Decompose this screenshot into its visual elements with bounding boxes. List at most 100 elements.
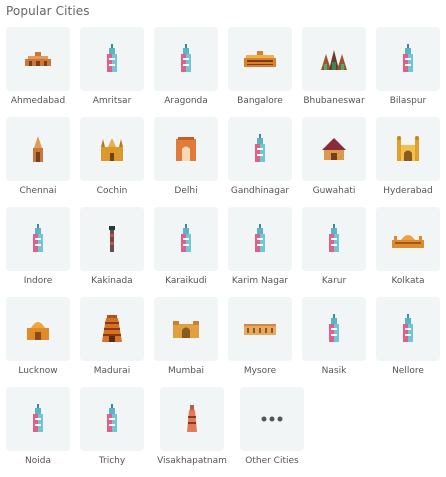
city-tile[interactable] [80, 387, 144, 451]
city-grid: Ahmedabad Amritsar Aragonda Bangalore Bh… [6, 27, 442, 477]
city-item-madurai[interactable]: Madurai [80, 297, 144, 376]
city-tile[interactable] [228, 297, 292, 361]
city-item-delhi[interactable]: Delhi [154, 117, 218, 196]
tower-icon [33, 404, 43, 432]
city-label: Bangalore [237, 96, 283, 106]
city-tile[interactable] [376, 117, 440, 181]
city-label: Karim Nagar [231, 276, 289, 286]
city-item-karaikudi[interactable]: Karaikudi [154, 207, 218, 286]
city-item-mysore[interactable]: Mysore [228, 297, 292, 376]
city-row: Indore Kakinada Karaikudi Karim Nagar Ka… [6, 207, 442, 297]
city-item-nasik[interactable]: Nasik [302, 297, 366, 376]
city-label: Nellore [392, 366, 424, 376]
temple-roof-icon [322, 138, 346, 160]
lighthouse-icon [109, 226, 115, 252]
city-label: Indore [23, 276, 53, 286]
city-row: Lucknow Madurai Mumbai Mysore Nasik Nell… [6, 297, 442, 387]
city-label: Hyderabad [383, 186, 433, 196]
city-item-karur[interactable]: Karur [302, 207, 366, 286]
city-item-kakinada[interactable]: Kakinada [80, 207, 144, 286]
city-tile[interactable] [6, 297, 70, 361]
city-tile[interactable] [160, 387, 224, 451]
city-item-cochin[interactable]: Cochin [80, 117, 144, 196]
tower-icon [255, 224, 265, 252]
city-tile[interactable] [302, 297, 366, 361]
tower-icon [403, 314, 413, 342]
tower-icon [107, 44, 117, 72]
city-item-other-cities[interactable]: Other Cities [240, 387, 304, 466]
city-tile[interactable] [154, 297, 218, 361]
church-icon [101, 138, 123, 161]
city-tile[interactable] [240, 387, 304, 451]
city-tile[interactable] [80, 297, 144, 361]
city-item-hyderabad[interactable]: Hyderabad [376, 117, 440, 196]
palace-wide-icon [244, 324, 276, 335]
city-tile[interactable] [154, 207, 218, 271]
city-tile[interactable] [6, 207, 70, 271]
city-tile[interactable] [80, 117, 144, 181]
city-tile[interactable] [80, 207, 144, 271]
city-item-kolkata[interactable]: Kolkata [376, 207, 440, 286]
city-tile[interactable] [376, 297, 440, 361]
city-item-noida[interactable]: Noida [6, 387, 70, 466]
city-tile[interactable] [154, 117, 218, 181]
city-label: Karur [321, 276, 347, 286]
city-item-gandhinagar[interactable]: Gandhinagar [228, 117, 292, 196]
city-label: Ahmedabad [10, 96, 66, 106]
city-item-bangalore[interactable]: Bangalore [228, 27, 292, 106]
city-label: Mysore [243, 366, 277, 376]
temple-tower-icon [33, 136, 43, 162]
city-label: Trichy [98, 456, 126, 466]
city-tile[interactable] [302, 117, 366, 181]
city-row: Chennai Cochin Delhi Gandhinagar Guwahat… [6, 117, 442, 207]
temple-spires-icon [321, 50, 347, 70]
city-item-nellore[interactable]: Nellore [376, 297, 440, 376]
more-dots-icon [261, 416, 283, 422]
city-tile[interactable] [376, 27, 440, 91]
city-item-trichy[interactable]: Trichy [80, 387, 144, 466]
city-tile[interactable] [376, 207, 440, 271]
city-item-visakhapatnam[interactable]: Visakhapatnam [157, 387, 227, 466]
city-item-amritsar[interactable]: Amritsar [80, 27, 144, 106]
city-label: Aragonda [164, 96, 208, 106]
tower-icon [107, 404, 117, 432]
city-item-mumbai[interactable]: Mumbai [154, 297, 218, 376]
city-label: Noida [25, 456, 51, 466]
city-label: Gandhinagar [230, 186, 290, 196]
tower-icon [33, 224, 43, 252]
city-label: Guwahati [312, 186, 356, 196]
city-item-lucknow[interactable]: Lucknow [6, 297, 70, 376]
city-item-bhubaneswar[interactable]: Bhubaneswar [302, 27, 366, 106]
city-item-ahmedabad[interactable]: Ahmedabad [6, 27, 70, 106]
city-label: Other Cities [245, 456, 299, 466]
city-label: Madurai [93, 366, 131, 376]
city-tile[interactable] [80, 27, 144, 91]
city-tile[interactable] [302, 207, 366, 271]
city-item-guwahati[interactable]: Guwahati [302, 117, 366, 196]
city-tile[interactable] [228, 27, 292, 91]
tower-icon [403, 44, 413, 72]
city-item-indore[interactable]: Indore [6, 207, 70, 286]
city-label: Bilaspur [389, 96, 427, 106]
tower-icon [255, 134, 265, 162]
city-label: Chennai [19, 186, 57, 196]
city-label: Amritsar [92, 96, 132, 106]
city-label: Bhubaneswar [303, 96, 365, 106]
temple-tall-icon [187, 405, 197, 432]
city-label: Nasik [321, 366, 347, 376]
city-tile[interactable] [154, 27, 218, 91]
city-tile[interactable] [6, 117, 70, 181]
city-item-aragonda[interactable]: Aragonda [154, 27, 218, 106]
city-item-bilaspur[interactable]: Bilaspur [376, 27, 440, 106]
city-label: Mumbai [168, 366, 204, 376]
city-item-chennai[interactable]: Chennai [6, 117, 70, 196]
city-tile[interactable] [228, 117, 292, 181]
gate-icon [176, 137, 196, 161]
city-tile[interactable] [6, 27, 70, 91]
city-tile[interactable] [228, 207, 292, 271]
city-item-karim-nagar[interactable]: Karim Nagar [228, 207, 292, 286]
city-label: Kakinada [91, 276, 133, 286]
city-label: Lucknow [18, 366, 58, 376]
city-tile[interactable] [302, 27, 366, 91]
city-tile[interactable] [6, 387, 70, 451]
